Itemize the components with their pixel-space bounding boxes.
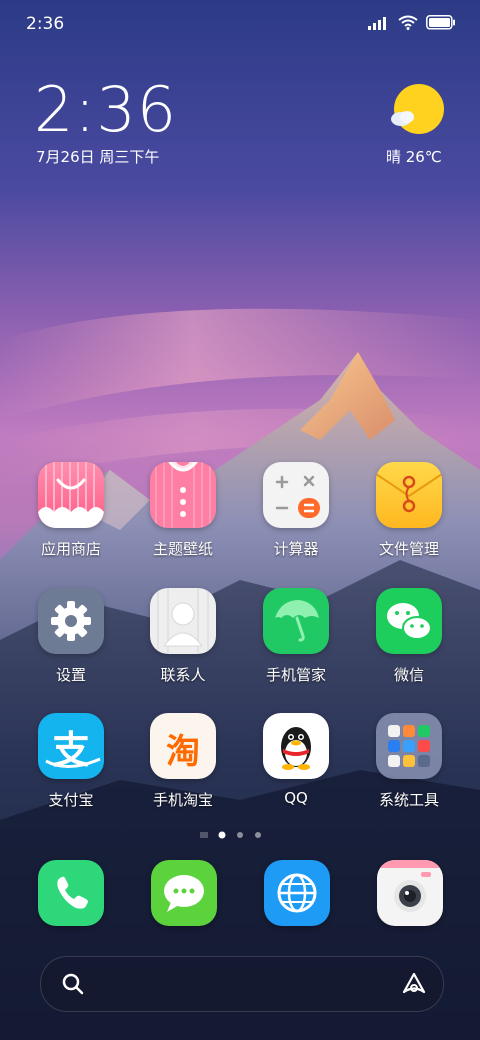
- search-icon[interactable]: [61, 972, 85, 996]
- status-time: 2:36: [26, 14, 65, 34]
- taobao-icon: 淘: [150, 713, 216, 779]
- app-calculator[interactable]: 计算器: [241, 462, 351, 559]
- app-label: QQ: [284, 789, 308, 807]
- page-indicator-lines-icon: [200, 832, 208, 838]
- status-bar: 2:36: [0, 0, 480, 50]
- app-alipay[interactable]: 支 支付宝: [16, 713, 126, 810]
- themes-shirt-icon: [150, 462, 216, 528]
- camera-icon: [377, 860, 443, 926]
- app-app-store[interactable]: 应用商店: [16, 462, 126, 559]
- clock-date: 7月26日 周三下午: [36, 148, 160, 166]
- qq-penguin-icon: [263, 713, 329, 779]
- app-settings[interactable]: 设置: [16, 588, 126, 685]
- wechat-icon: [376, 588, 442, 654]
- app-label: 联系人: [160, 666, 206, 684]
- app-label: 微信: [393, 666, 424, 684]
- app-label: 主题壁纸: [152, 540, 213, 558]
- alipay-icon: 支: [38, 713, 104, 779]
- assistant-icon[interactable]: [401, 971, 427, 997]
- globe-icon: [264, 860, 330, 926]
- app-label: 支付宝: [48, 791, 94, 809]
- message-bubble-icon: [151, 860, 217, 926]
- page-indicator[interactable]: [200, 830, 280, 840]
- umbrella-icon: [263, 588, 329, 654]
- app-wechat[interactable]: 微信: [354, 588, 464, 685]
- app-label: 文件管理: [378, 540, 439, 558]
- app-contacts[interactable]: 联系人: [128, 588, 238, 685]
- app-themes[interactable]: 主题壁纸: [128, 462, 238, 559]
- signal-icon: [368, 16, 386, 30]
- calculator-icon: [263, 462, 329, 528]
- app-label: 设置: [55, 666, 86, 684]
- search-bar[interactable]: [40, 956, 444, 1012]
- wifi-icon: [398, 15, 418, 30]
- taobao-glyph: 淘: [166, 732, 200, 772]
- app-label: 计算器: [273, 540, 319, 558]
- battery-icon: [426, 15, 455, 30]
- app-store-icon: [38, 462, 104, 528]
- app-label: 手机淘宝: [152, 791, 213, 809]
- app-label: 手机管家: [265, 666, 326, 684]
- folder-icon: [376, 462, 442, 528]
- contacts-person-icon: [150, 588, 216, 654]
- app-phone-manager[interactable]: 手机管家: [241, 588, 351, 685]
- app-qq[interactable]: QQ: [241, 713, 351, 807]
- app-label: 系统工具: [378, 791, 439, 809]
- weather-text: 晴 26℃: [386, 148, 442, 166]
- dock-phone-button[interactable]: [38, 860, 104, 926]
- gear-icon: [38, 588, 104, 654]
- dock-messages-button[interactable]: [151, 860, 217, 926]
- folder-tools-icon: [376, 713, 442, 779]
- phone-icon: [38, 860, 104, 926]
- weather-sunny-icon[interactable]: [389, 83, 445, 137]
- dock-browser-button[interactable]: [264, 860, 330, 926]
- app-file-manager[interactable]: 文件管理: [354, 462, 464, 559]
- app-system-tools-folder[interactable]: 系统工具: [354, 713, 464, 810]
- app-taobao[interactable]: 淘 手机淘宝: [128, 713, 238, 810]
- clock-time[interactable]: 2:36: [34, 78, 177, 142]
- dock-camera-button[interactable]: [377, 860, 443, 926]
- app-label: 应用商店: [40, 540, 101, 558]
